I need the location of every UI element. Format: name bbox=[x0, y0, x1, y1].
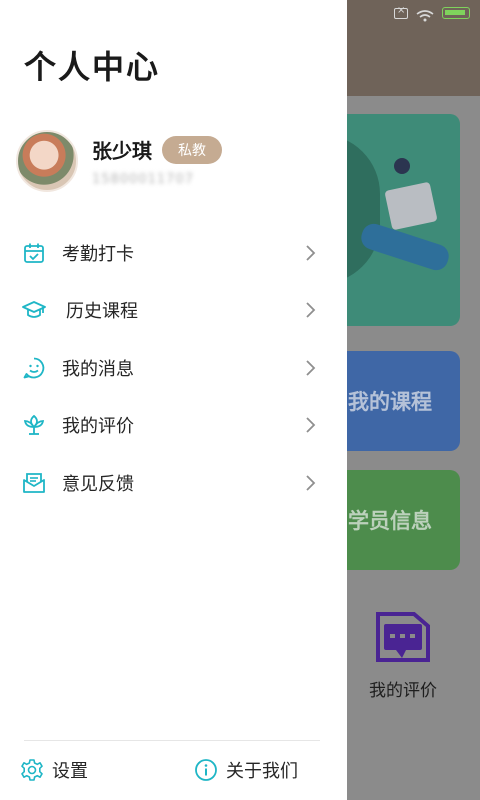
menu-item-attendance[interactable]: 考勤打卡 bbox=[0, 224, 347, 282]
calendar-check-icon bbox=[22, 241, 46, 265]
graduation-cap-icon bbox=[22, 298, 46, 322]
profile-info: 张少琪 私教 15800011707 bbox=[92, 135, 222, 187]
menu-item-messages[interactable]: 我的消息 bbox=[0, 339, 347, 397]
side-drawer: 个人中心 张少琪 私教 15800011707 考勤打卡 历史课程 我的消息 我… bbox=[0, 0, 347, 800]
drawer-menu: 考勤打卡 历史课程 我的消息 我的评价 意见反馈 bbox=[0, 224, 347, 512]
battery-icon bbox=[442, 7, 470, 19]
gear-icon bbox=[20, 758, 44, 782]
menu-item-history-courses[interactable]: 历史课程 bbox=[0, 282, 347, 340]
sim-card-icon bbox=[394, 5, 408, 19]
menu-item-my-reviews[interactable]: 我的评价 bbox=[0, 397, 347, 455]
footer-divider bbox=[24, 740, 320, 741]
chevron-right-icon bbox=[303, 301, 317, 319]
info-icon bbox=[194, 758, 218, 782]
wifi-icon bbox=[416, 7, 434, 22]
profile-card[interactable]: 张少琪 私教 15800011707 bbox=[16, 130, 222, 192]
review-shortcut-label: 我的评价 bbox=[369, 681, 437, 701]
lotus-icon bbox=[22, 413, 46, 437]
review-document-icon bbox=[376, 612, 430, 662]
envelope-icon bbox=[22, 471, 46, 495]
menu-label: 我的评价 bbox=[62, 416, 134, 438]
smile-message-icon bbox=[22, 356, 46, 380]
profile-phone: 15800011707 bbox=[92, 172, 194, 187]
chevron-right-icon bbox=[303, 244, 317, 262]
chevron-right-icon bbox=[303, 474, 317, 492]
drawer-title: 个人中心 bbox=[24, 48, 161, 86]
chevron-right-icon bbox=[303, 416, 317, 434]
about-us-button[interactable]: 关于我们 bbox=[194, 756, 298, 784]
role-badge: 私教 bbox=[162, 135, 222, 164]
settings-button[interactable]: 设置 bbox=[20, 756, 88, 784]
settings-label: 设置 bbox=[52, 761, 88, 782]
menu-label: 历史课程 bbox=[66, 301, 138, 323]
menu-label: 意见反馈 bbox=[62, 473, 134, 495]
menu-label: 考勤打卡 bbox=[62, 243, 134, 265]
menu-item-feedback[interactable]: 意见反馈 bbox=[0, 454, 347, 512]
review-shortcut: 我的评价 bbox=[348, 612, 458, 701]
about-us-label: 关于我们 bbox=[226, 761, 298, 782]
status-bar bbox=[394, 5, 470, 22]
menu-label: 我的消息 bbox=[62, 358, 134, 380]
chevron-right-icon bbox=[303, 359, 317, 377]
avatar[interactable] bbox=[16, 130, 78, 192]
profile-name: 张少琪 bbox=[92, 139, 152, 163]
